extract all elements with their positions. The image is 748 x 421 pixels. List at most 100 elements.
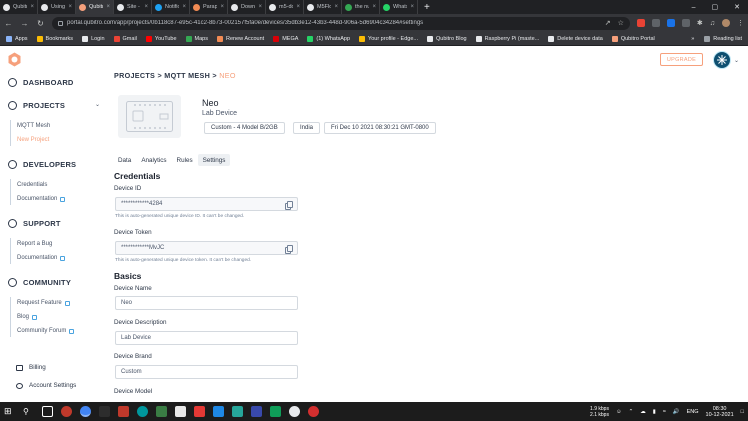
sidebar-item-report-bug[interactable]: Report a Bug [17,241,52,247]
close-tab-icon[interactable]: × [182,4,186,10]
close-tab-icon[interactable]: × [334,4,338,10]
chevron-down-icon[interactable]: ⌄ [734,57,739,64]
photos-icon[interactable] [156,406,167,417]
bookmark-item[interactable]: Your profile - Edge... [359,35,418,42]
browser-tab[interactable]: Notificati× [152,0,190,14]
browser-tab[interactable]: m5-docs× [266,0,304,14]
maximize-icon[interactable]: ▢ [712,3,719,11]
bookmark-item[interactable]: (1) WhatsApp [307,35,350,42]
task-view-icon[interactable] [42,406,53,417]
sidebar-item-credentials[interactable]: Credentials [17,182,47,188]
browser-tab[interactable]: Downloa× [228,0,266,14]
windows-start-icon[interactable]: ⊞ [4,406,15,417]
app-icon-teal[interactable] [232,406,243,417]
new-tab-button[interactable]: + [418,0,436,14]
browser-tab[interactable]: WhatsApp× [380,0,418,14]
wps-icon[interactable] [194,406,205,417]
sidebar-item-new-project[interactable]: New Project [17,137,49,143]
volume-icon[interactable]: 🔊 [673,409,680,415]
breadcrumb-projects[interactable]: PROJECTS [114,71,155,80]
notification-icon[interactable]: □ [741,409,744,415]
search-icon[interactable]: ⚲ [23,406,34,417]
app-icon-red-square[interactable] [118,406,129,417]
extension-icon[interactable] [636,19,645,27]
qubitro-logo-icon[interactable] [8,52,21,67]
device-name-input[interactable]: Neo [115,296,298,310]
tab-rules[interactable]: Rules [172,154,198,166]
close-tab-icon[interactable]: × [220,4,224,10]
sidebar-item-documentation[interactable]: Documentation [17,196,66,202]
person-icon[interactable]: ☺ [616,409,622,415]
browser-tab[interactable]: Using the× [38,0,76,14]
clock[interactable]: 08:30 10-12-2021 [706,406,734,418]
upgrade-button[interactable]: UPGRADE [660,53,703,66]
bookmark-item[interactable]: Delete device data [548,35,603,42]
lock-icon[interactable] [58,20,63,26]
nav-support[interactable]: SUPPORT [8,219,61,228]
profile-avatar[interactable] [722,19,730,27]
reload-icon[interactable]: ↻ [36,19,45,28]
browser-tab[interactable]: Site - Qui× [114,0,152,14]
bookmark-item[interactable]: Qubitro Portal [611,35,655,42]
browser-tab[interactable]: Paraphras× [190,0,228,14]
sidebar-item-billing[interactable]: Billing [16,364,46,371]
app-icon-red-circle[interactable] [308,406,319,417]
bookmark-item[interactable]: Maps [185,35,208,42]
device-description-input[interactable]: Lab Device [115,331,298,345]
extension-icon[interactable] [681,19,690,27]
nav-projects[interactable]: PROJECTS [8,101,65,110]
bookmark-item[interactable]: Apps [6,35,28,42]
chrome-icon[interactable] [80,406,91,417]
app-icon-indigo[interactable] [251,406,262,417]
nav-dashboard[interactable]: DASHBOARD [8,78,74,87]
tab-settings[interactable]: Settings [197,154,231,166]
bookmark-item[interactable]: Qubitro Blog [426,35,467,42]
forward-icon[interactable]: → [20,19,29,28]
media-icon[interactable]: ♫ [710,20,715,27]
bookmark-item[interactable]: Bookmarks [36,35,73,42]
nav-developers[interactable]: DEVELOPERS [8,160,76,169]
extension-icon[interactable] [666,19,675,27]
app-icon-red[interactable] [61,406,72,417]
bookmark-item[interactable]: Raspberry Pi (maste... [475,35,539,42]
close-tab-icon[interactable]: × [372,4,376,10]
device-id-field[interactable]: ************4284 [115,197,298,211]
close-tab-icon[interactable]: × [144,4,148,10]
device-token-field[interactable]: ************MvJC [115,241,298,255]
sidebar-item-mqtt-mesh[interactable]: MQTT Mesh [17,123,50,129]
arduino-icon[interactable] [137,406,148,417]
bookmark-item[interactable]: Login [82,35,105,42]
chevron-down-icon[interactable]: ⌄ [95,101,100,108]
bookmark-item[interactable]: YouTube [145,35,177,42]
sidebar-item-request-feature[interactable]: Request Feature [17,300,70,306]
reading-list-button[interactable]: Reading list [704,35,742,42]
close-tab-icon[interactable]: × [410,4,414,10]
close-tab-icon[interactable]: × [30,4,34,10]
address-bar[interactable]: portal.qubitro.com/app/projects/0b118c87… [52,16,630,30]
browser-tab[interactable]: M5Flow× [304,0,342,14]
app-icon-circle[interactable] [289,406,300,417]
app-icon-blue[interactable] [213,406,224,417]
bookmarks-more[interactable]: » [691,36,694,42]
bookmark-item[interactable]: MEGA [273,35,298,42]
language-indicator[interactable]: ENG [687,409,699,415]
sidebar-item-blog[interactable]: Blog [17,314,38,320]
app-icon-dark[interactable] [99,406,110,417]
back-icon[interactable]: ← [4,19,13,28]
sidebar-item-community-forum[interactable]: Community Forum [17,328,75,334]
star-icon[interactable]: ☆ [618,19,624,27]
breadcrumb-project[interactable]: MQTT MESH [164,71,210,80]
user-avatar[interactable] [713,51,731,69]
browser-tab[interactable]: Qubitro P× [76,0,114,14]
extension-icon[interactable] [651,19,660,27]
browser-tab[interactable]: Qubitro w× [0,0,38,14]
cloud-icon[interactable]: ☁ [640,409,646,415]
copy-icon[interactable] [285,244,293,254]
tab-data[interactable]: Data [113,154,136,166]
chevron-up-icon[interactable]: ⌃ [629,409,634,415]
app-icon-green[interactable] [270,406,281,417]
nav-community[interactable]: COMMUNITY [8,278,71,287]
bookmark-item[interactable]: Gmail [113,35,137,42]
sidebar-item-account-settings[interactable]: Account Settings [16,382,76,389]
tab-analytics[interactable]: Analytics [136,154,171,166]
